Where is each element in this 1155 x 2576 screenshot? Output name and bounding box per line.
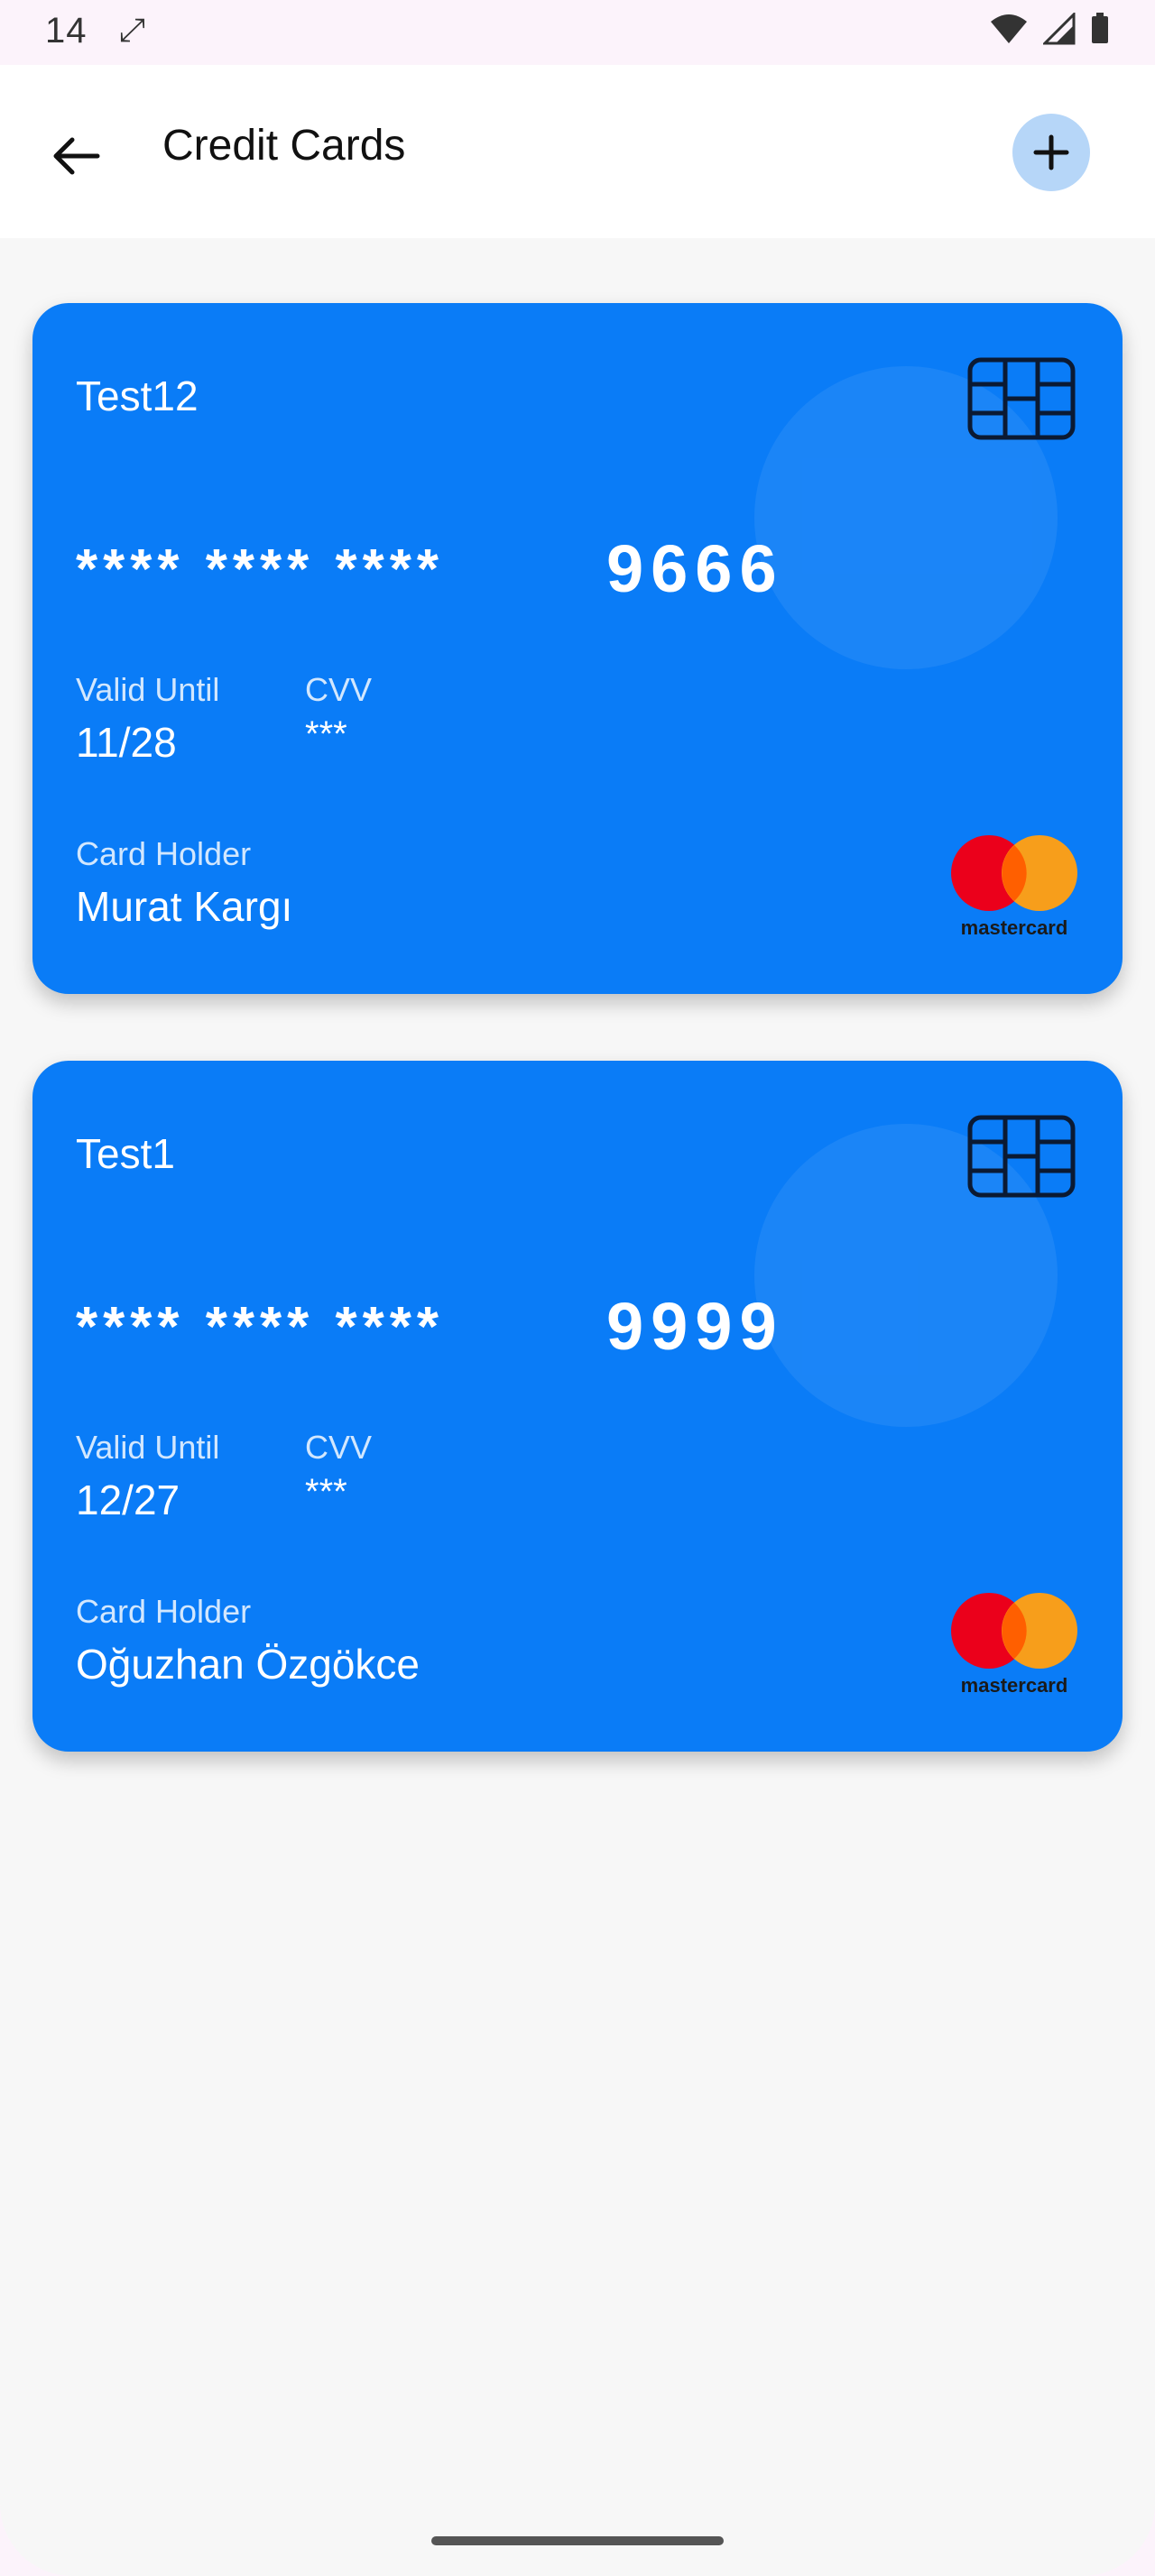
- card-name: Test1: [76, 1130, 175, 1177]
- app-bar: Credit Cards: [0, 65, 1155, 238]
- valid-until-label: Valid Until: [76, 1429, 220, 1466]
- chip-icon: [967, 1115, 1076, 1198]
- card-last-four: 9999: [606, 1289, 784, 1364]
- cvv-value: ***: [305, 1472, 347, 1512]
- mastercard-logo: mastercard: [947, 1593, 1081, 1701]
- add-card-button[interactable]: [1012, 114, 1090, 191]
- cvv-label: CVV: [305, 671, 373, 708]
- card-holder-label: Card Holder: [76, 835, 252, 872]
- rotate-icon: ⤢: [119, 11, 145, 48]
- battery-icon: [1092, 13, 1108, 43]
- status-icons: [989, 13, 1110, 45]
- brand-text: mastercard: [960, 916, 1068, 939]
- credit-card[interactable]: Test12 **** **** **** 9666 Valid Until 1…: [32, 303, 1123, 994]
- mastercard-logo: mastercard: [947, 835, 1081, 943]
- brand-text: mastercard: [960, 1674, 1068, 1697]
- arrow-left-icon: [53, 137, 100, 175]
- valid-until-value: 11/28: [76, 719, 177, 766]
- card-last-four: 9666: [606, 531, 784, 606]
- chip-icon: [967, 357, 1076, 440]
- card-number-mask: **** **** ****: [76, 538, 444, 601]
- cvv-value: ***: [305, 714, 347, 754]
- home-indicator[interactable]: [431, 2536, 724, 2545]
- status-bar: 14 ⤢: [0, 0, 1155, 65]
- credit-card[interactable]: Test1 **** **** **** 9999 Valid Until 12…: [32, 1061, 1123, 1752]
- plus-icon: [1033, 134, 1069, 170]
- valid-until-value: 12/27: [76, 1477, 180, 1523]
- screen: Credit Cards Test12 **** **** **** 9666 …: [0, 65, 1155, 2576]
- status-time: 14: [45, 11, 88, 51]
- cvv-label: CVV: [305, 1429, 373, 1466]
- card-name: Test12: [76, 373, 199, 419]
- card-holder-name: Murat Kargı: [76, 883, 293, 930]
- signal-icon: [1043, 13, 1076, 45]
- wifi-icon: [991, 14, 1027, 43]
- card-number-mask: **** **** ****: [76, 1296, 444, 1358]
- valid-until-label: Valid Until: [76, 671, 220, 708]
- card-holder-name: Oğuzhan Özgökce: [76, 1641, 420, 1688]
- back-button[interactable]: [45, 124, 108, 188]
- card-holder-label: Card Holder: [76, 1593, 252, 1630]
- page-title: Credit Cards: [162, 122, 406, 170]
